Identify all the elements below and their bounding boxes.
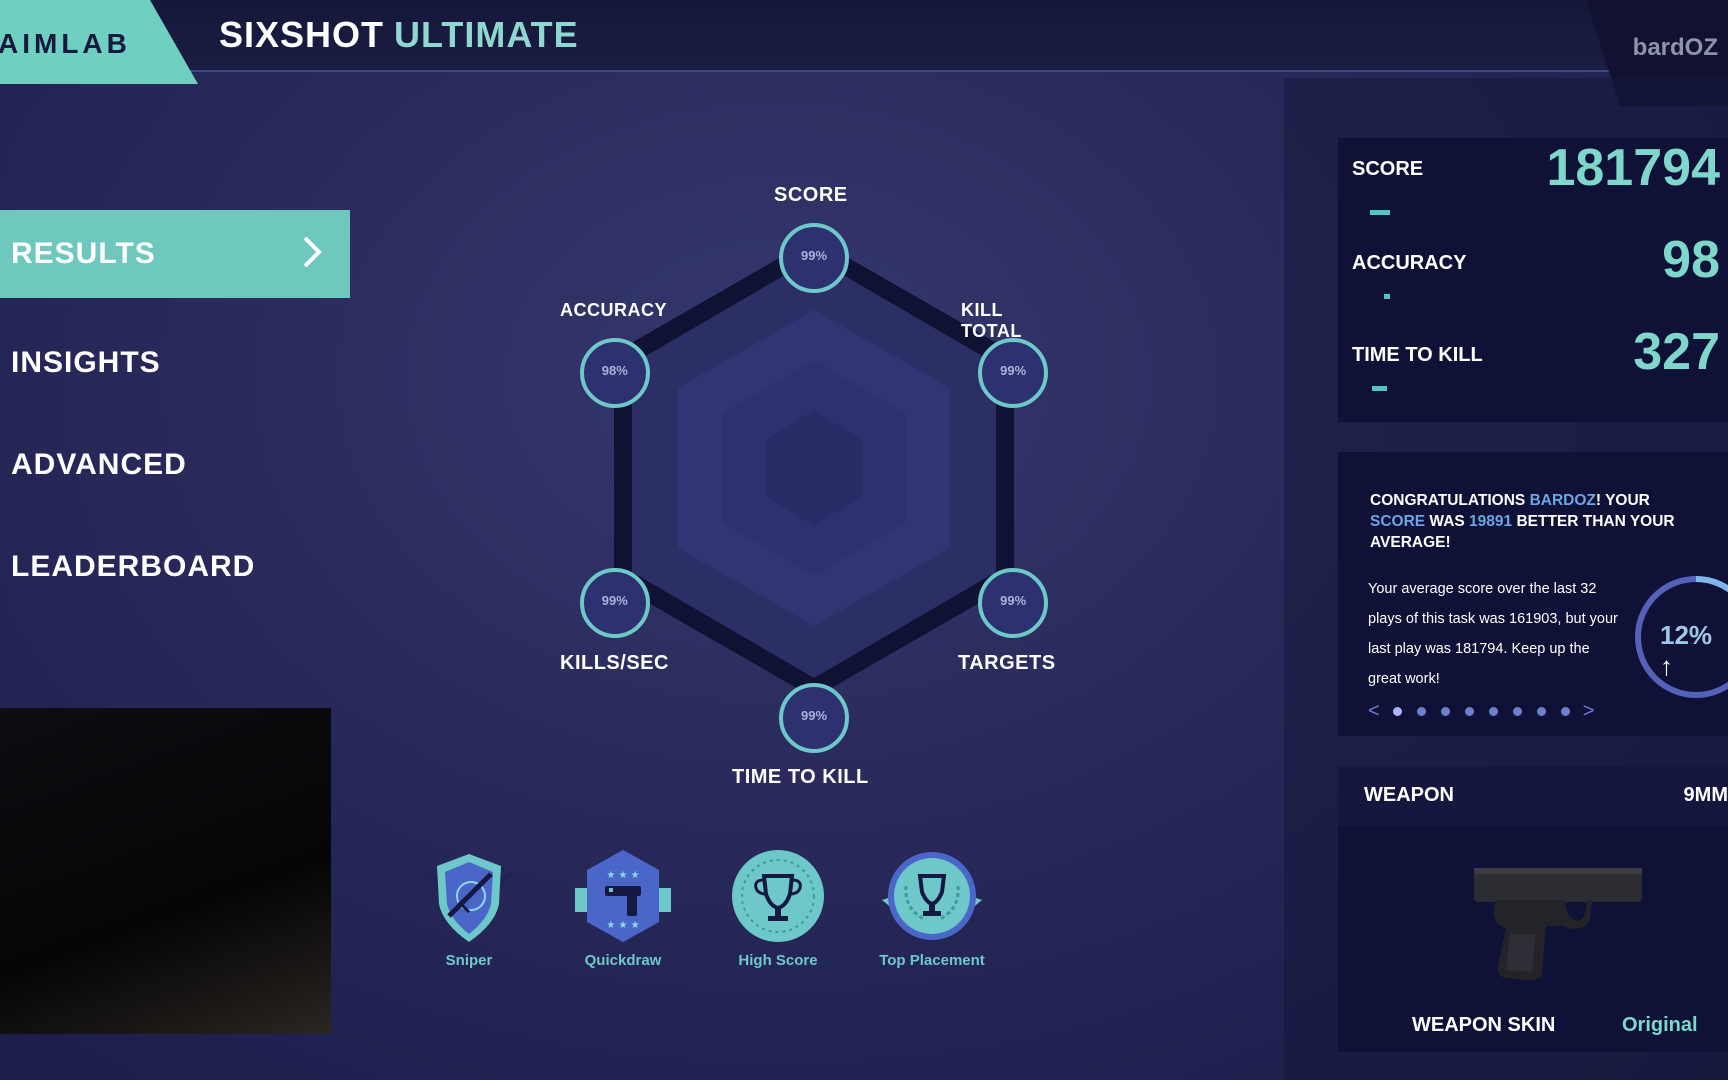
badge-quickdraw[interactable]: ★ ★ ★ ★ ★ ★ Quickdraw — [563, 848, 683, 969]
stat-label: SCORE — [1352, 158, 1424, 180]
radar-node-score: 99% — [778, 222, 850, 294]
stat-bar — [1370, 210, 1390, 215]
radar-node-percent: 99% — [1000, 593, 1027, 608]
pager-dot[interactable] — [1392, 707, 1402, 716]
congrats-text: CONGRATULATIONS — [1370, 492, 1530, 509]
prev-arrow-icon[interactable]: < — [1368, 700, 1380, 723]
pager-dot[interactable] — [1440, 707, 1450, 716]
pager-dot[interactable] — [1488, 707, 1498, 716]
weapon-label: WEAPON — [1364, 784, 1454, 806]
radar-node-percent: 99% — [601, 593, 628, 608]
weapon-header: WEAPON 9MM — [1338, 766, 1728, 826]
pager-dot[interactable] — [1560, 707, 1570, 716]
radar-node-time-to-kill: 99% — [778, 682, 850, 754]
stat-accuracy: ACCURACY 98 — [1352, 230, 1728, 318]
percent-value: 12% — [1660, 620, 1713, 650]
axis-label-kills-per-sec: KILLS/SEC — [560, 652, 669, 674]
axis-label-time-to-kill: TIME TO KILL — [732, 766, 869, 788]
radar-node-targets: 99% — [977, 567, 1049, 639]
weapon-card: WEAPON 9MM WEAPON SKIN Original — [1338, 766, 1728, 1052]
stat-time-to-kill: TIME TO KILL 327 — [1352, 322, 1728, 410]
player-name: BARDOZ — [1529, 492, 1596, 509]
laurel-trophy-badge-icon — [882, 852, 982, 940]
stat-bar — [1372, 386, 1387, 391]
sniper-badge-icon — [423, 854, 515, 942]
nav-item-label: RESULTS — [11, 237, 156, 270]
pistol-icon — [1474, 868, 1642, 980]
stat-label: TIME TO KILL — [1352, 344, 1483, 366]
logo-text: AIMLAB — [0, 28, 131, 59]
side-nav: RESULTS INSIGHTS ADVANCED LEADERBOARD — [0, 210, 350, 618]
radar-node-kills-per-sec: 99% — [579, 567, 651, 639]
next-arrow-icon[interactable]: > — [1583, 700, 1595, 723]
webcam-feed — [0, 708, 331, 1034]
nav-item-label: INSIGHTS — [11, 346, 161, 379]
pager-dot[interactable] — [1416, 707, 1426, 716]
badge-sniper[interactable]: Sniper — [409, 848, 529, 969]
weapon-name: 9MM — [1683, 784, 1728, 806]
badge-label: Top Placement — [879, 952, 985, 969]
trophy-badge-icon — [732, 850, 824, 942]
pager-dots — [1392, 707, 1570, 716]
axis-label-accuracy: ACCURACY — [560, 300, 667, 320]
nav-item-advanced[interactable]: ADVANCED — [0, 414, 350, 516]
stat-value: 181794 — [1546, 139, 1720, 197]
pager-dot[interactable] — [1536, 707, 1546, 716]
radar-node-percent: 99% — [800, 248, 828, 263]
chevron-right-icon — [303, 236, 322, 268]
insight-card: CONGRATULATIONS BARDOZ! YOUR SCORE WAS 1… — [1338, 452, 1728, 736]
task-name: SIXSHOT — [219, 14, 385, 55]
pager-dot[interactable] — [1464, 707, 1474, 716]
arrow-up-icon: ↑ — [1660, 651, 1673, 681]
radar-node-accuracy: 98% — [579, 337, 651, 409]
nav-item-results[interactable]: RESULTS — [0, 210, 350, 298]
congrats-text: ! YOUR — [1595, 492, 1650, 509]
metric-name: SCORE — [1370, 513, 1426, 530]
page-title: SIXSHOT ULTIMATE — [219, 14, 579, 56]
axis-label-score: SCORE — [774, 184, 848, 206]
congrats-text: WAS — [1425, 513, 1470, 530]
badge-label: Quickdraw — [584, 952, 662, 969]
insight-body: Your average score over the last 32 play… — [1368, 581, 1618, 687]
improvement-amount: 19891 — [1469, 513, 1513, 530]
nav-item-leaderboard[interactable]: LEADERBOARD — [0, 516, 350, 618]
nav-item-label: LEADERBOARD — [11, 550, 256, 583]
task-variant: ULTIMATE — [394, 14, 579, 55]
radar-node-kill-total: 99% — [977, 337, 1049, 409]
stat-bar — [1384, 294, 1390, 299]
weapon-skin-label: WEAPON SKIN — [1412, 1014, 1556, 1036]
stat-value: 327 — [1633, 323, 1720, 381]
quickdraw-badge-icon: ★ ★ ★ ★ ★ ★ — [575, 850, 671, 942]
stat-score: SCORE 181794 — [1352, 138, 1728, 226]
badge-top-placement[interactable]: Top Placement — [872, 848, 992, 969]
congrats-headline: CONGRATULATIONS BARDOZ! YOUR SCORE WAS 1… — [1370, 490, 1700, 553]
insight-pager: < > — [1368, 700, 1594, 723]
stats-card: SCORE 181794 ACCURACY 98 TIME TO KILL 32… — [1338, 138, 1728, 422]
nav-item-insights[interactable]: INSIGHTS — [0, 312, 350, 414]
axis-label-targets: TARGETS — [958, 652, 1056, 674]
radar-node-percent: 98% — [601, 363, 628, 378]
radar-node-percent: 99% — [800, 708, 828, 723]
svg-text:★ ★ ★: ★ ★ ★ — [606, 870, 639, 881]
nav-item-label: ADVANCED — [11, 448, 187, 481]
radar-node-percent: 99% — [1000, 363, 1027, 378]
stat-value: 98 — [1662, 231, 1720, 289]
badge-label: Sniper — [445, 952, 493, 969]
weapon-skin-value[interactable]: Original — [1622, 1014, 1698, 1037]
stat-label: ACCURACY — [1352, 252, 1467, 274]
badge-high-score[interactable]: High Score — [718, 848, 838, 969]
badge-label: High Score — [738, 952, 818, 969]
improvement-percent: 12% ↑ — [1660, 620, 1728, 682]
username: bardOZ — [1632, 34, 1718, 61]
svg-text:★ ★ ★: ★ ★ ★ — [606, 920, 639, 931]
axis-label-kill-total: KILL TOTAL — [961, 300, 1022, 341]
pager-dot[interactable] — [1512, 707, 1522, 716]
